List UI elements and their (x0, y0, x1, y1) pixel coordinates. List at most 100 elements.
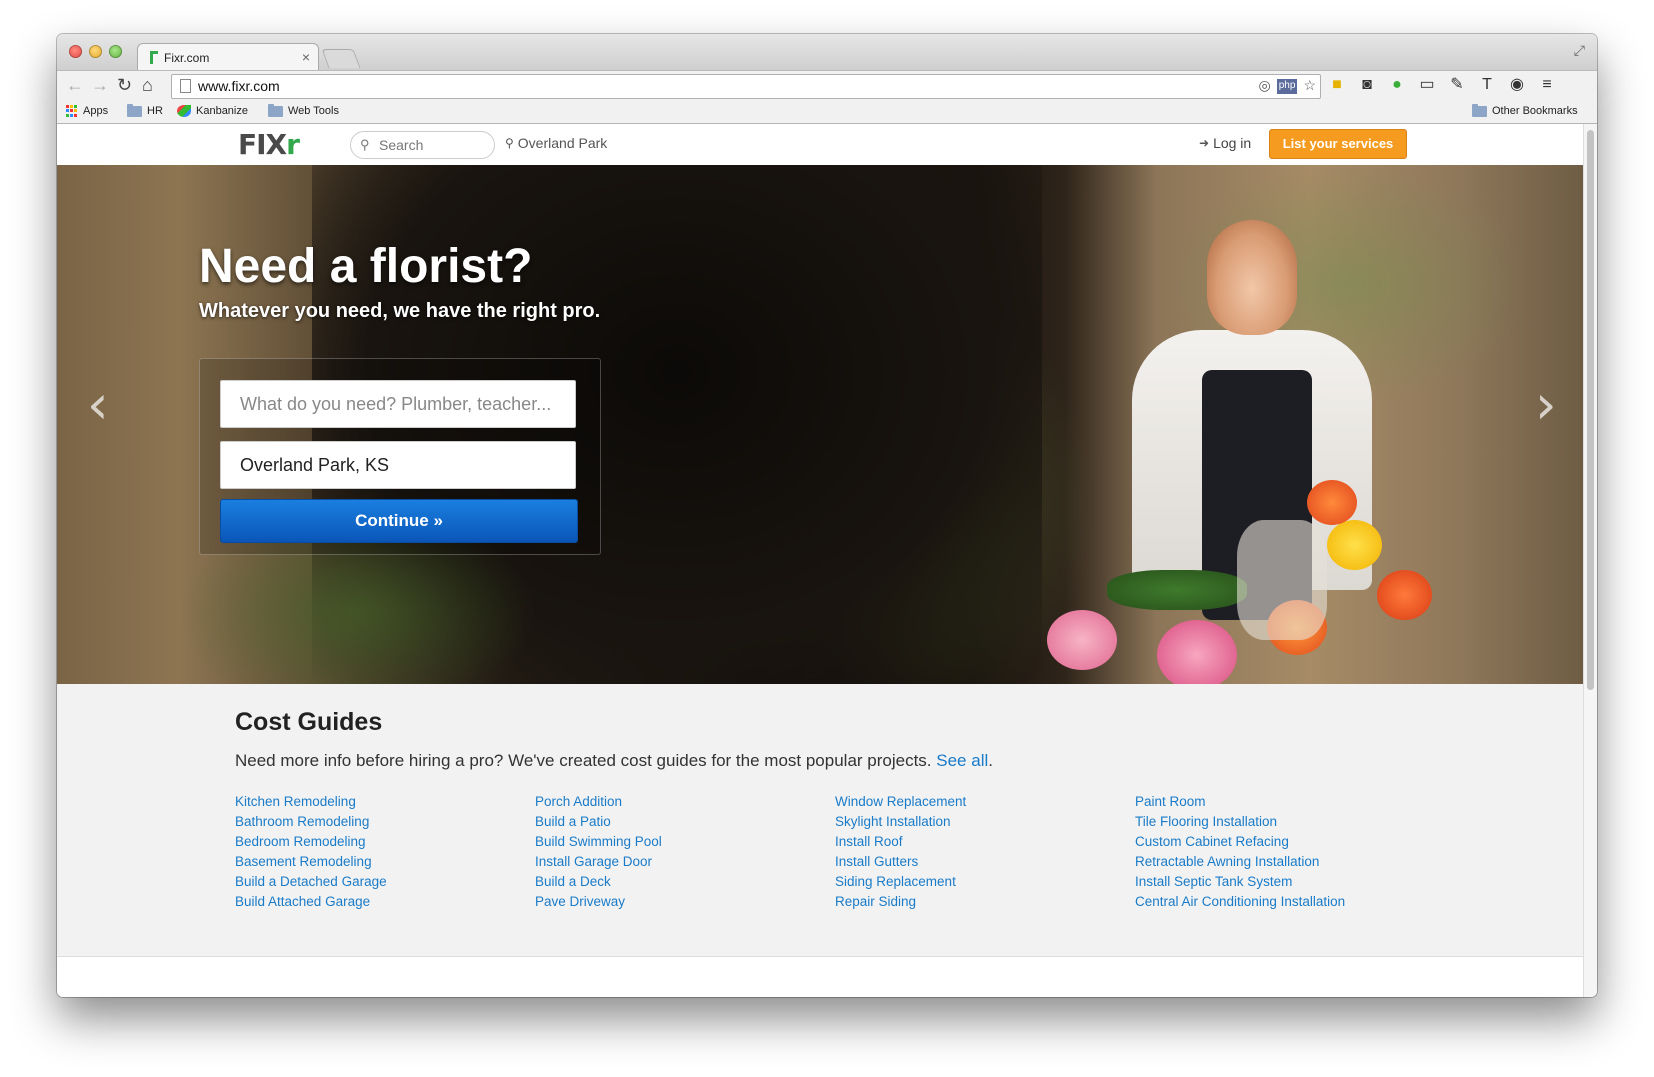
cost-guide-link[interactable]: Install Gutters (835, 852, 1115, 872)
page-icon (180, 79, 191, 93)
web-page: FIXr ⚲ Search ⚲ Overland Park ➜ Log in L… (57, 124, 1584, 997)
cost-guide-link[interactable]: Install Septic Tank System (1135, 872, 1415, 892)
cast-icon[interactable]: ▭ (1418, 75, 1436, 95)
fullscreen-icon[interactable]: ⤢ (1574, 42, 1585, 59)
eyedropper-icon[interactable]: ✎ (1448, 75, 1466, 95)
service-need-input[interactable]: What do you need? Plumber, teacher... (220, 380, 576, 428)
text-icon[interactable]: T (1478, 75, 1496, 95)
cost-guide-link[interactable]: Pave Driveway (535, 892, 815, 912)
cost-column-2: Porch Addition Build a Patio Build Swimm… (535, 792, 815, 912)
carousel-prev-icon[interactable]: ‹ (87, 375, 109, 435)
scroll-thumb[interactable] (1587, 130, 1594, 690)
menu-icon[interactable]: ≡ (1538, 75, 1556, 95)
bookmark-label: HR (147, 105, 163, 117)
cost-guide-link[interactable]: Paint Room (1135, 792, 1415, 812)
cost-guide-link[interactable]: Build Attached Garage (235, 892, 515, 912)
site-header: FIXr ⚲ Search ⚲ Overland Park ➜ Log in L… (57, 124, 1584, 166)
cost-guide-link[interactable]: Skylight Installation (835, 812, 1115, 832)
url-text[interactable]: www.fixr.com (198, 78, 280, 94)
continue-button[interactable]: Continue » (220, 499, 578, 543)
see-all-link[interactable]: See all (936, 751, 988, 770)
browser-toolbar: ← → ↻ ⌂ www.fixr.com ◎ php ☆ ■ ◙ ● ▭ ✎ T… (57, 70, 1597, 101)
folder-icon (268, 103, 283, 117)
bookmark-label: Kanbanize (196, 105, 248, 117)
map-pin-icon: ⚲ (505, 136, 514, 150)
cost-guide-link[interactable]: Build a Patio (535, 812, 815, 832)
target-icon[interactable]: ◎ (1259, 77, 1271, 94)
forward-icon[interactable]: → (91, 75, 109, 95)
extension-icons: ■ ◙ ● ▭ ✎ T ◉ ≡ (1328, 75, 1556, 95)
fixr-logo[interactable]: FIXr (238, 128, 300, 161)
bookmark-web-tools[interactable]: Web Tools (268, 103, 339, 117)
cost-guide-link[interactable]: Build Swimming Pool (535, 832, 815, 852)
location-input[interactable]: Overland Park, KS (220, 441, 576, 489)
site-search-input[interactable]: ⚲ Search (350, 131, 495, 159)
cost-guide-link[interactable]: Build a Detached Garage (235, 872, 515, 892)
tab-close-icon[interactable]: × (302, 49, 310, 65)
search-placeholder: Search (379, 137, 424, 153)
login-label: Log in (1213, 135, 1252, 151)
minimize-window-button[interactable] (89, 45, 102, 58)
cost-guide-link[interactable]: Repair Siding (835, 892, 1115, 912)
cost-guides-title: Cost Guides (235, 708, 383, 736)
browser-tab[interactable]: Fixr.com × (137, 43, 319, 71)
bookmarks-bar: Apps HR Kanbanize Web Tools Other Bookma… (57, 101, 1597, 124)
evernote-icon[interactable]: ● (1388, 75, 1406, 95)
logo-accent: r (286, 128, 300, 161)
cost-guide-link[interactable]: Custom Cabinet Refacing (1135, 832, 1415, 852)
bookmark-other[interactable]: Other Bookmarks (1472, 103, 1578, 117)
close-window-button[interactable] (69, 45, 82, 58)
page-scrollbar[interactable] (1583, 124, 1597, 997)
bookmark-apps[interactable]: Apps (66, 105, 108, 117)
back-icon[interactable]: ← (66, 75, 84, 95)
logo-main: FIX (238, 128, 287, 161)
flower-bouquet (1007, 460, 1467, 684)
florist-photo (1047, 220, 1442, 684)
cost-guide-link[interactable]: Tile Flooring Installation (1135, 812, 1415, 832)
extension-yellow-icon[interactable]: ■ (1328, 75, 1346, 95)
cost-guide-link[interactable]: Install Roof (835, 832, 1115, 852)
hero-subheadline: Whatever you need, we have the right pro… (199, 300, 601, 322)
location-selector[interactable]: ⚲ Overland Park (505, 135, 607, 151)
cost-guide-link[interactable]: Retractable Awning Installation (1135, 852, 1415, 872)
apps-grid-icon (66, 105, 78, 117)
cost-guide-link[interactable]: Install Garage Door (535, 852, 815, 872)
bookmark-hr[interactable]: HR (127, 103, 163, 117)
cost-guide-link[interactable]: Siding Replacement (835, 872, 1115, 892)
bookmark-kanbanize[interactable]: Kanbanize (177, 105, 248, 117)
cost-guide-link[interactable]: Bedroom Remodeling (235, 832, 515, 852)
home-icon[interactable]: ⌂ (142, 75, 153, 95)
location-label: Overland Park (517, 135, 608, 151)
reload-icon[interactable]: ↻ (117, 75, 132, 95)
search-icon: ⚲ (360, 137, 370, 152)
eye-icon[interactable]: ◉ (1508, 75, 1526, 95)
carousel-next-icon[interactable]: › (1535, 375, 1557, 435)
sign-in-icon: ➜ (1199, 136, 1210, 150)
bookmark-label: Apps (83, 105, 109, 117)
cost-guide-link[interactable]: Window Replacement (835, 792, 1115, 812)
php-icon[interactable]: php (1276, 79, 1298, 94)
bookmark-star-icon[interactable]: ☆ (1303, 77, 1316, 94)
fixr-favicon-icon (148, 51, 158, 64)
new-tab-button[interactable] (321, 49, 361, 68)
next-section-partial (57, 957, 1584, 997)
cost-guide-link[interactable]: Porch Addition (535, 792, 815, 812)
pocket-icon[interactable]: ◙ (1358, 75, 1376, 95)
bookmark-label: Web Tools (288, 105, 339, 117)
address-bar[interactable]: www.fixr.com ◎ php ☆ (171, 74, 1321, 99)
cost-guide-link[interactable]: Build a Deck (535, 872, 815, 892)
login-link[interactable]: ➜ Log in (1199, 135, 1251, 151)
zoom-window-button[interactable] (109, 45, 122, 58)
omnibox-icons: ◎ php ☆ (1259, 77, 1316, 94)
intro-text: Need more info before hiring a pro? We'v… (235, 751, 932, 770)
cost-column-1: Kitchen Remodeling Bathroom Remodeling B… (235, 792, 515, 912)
hero-headline: Need a florist? (199, 240, 533, 293)
tab-title: Fixr.com (164, 51, 210, 65)
cost-guide-link[interactable]: Kitchen Remodeling (235, 792, 515, 812)
florist-face (1207, 220, 1297, 335)
cost-guide-link[interactable]: Basement Remodeling (235, 852, 515, 872)
cost-guides-intro: Need more info before hiring a pro? We'v… (235, 751, 993, 770)
cost-guide-link[interactable]: Bathroom Remodeling (235, 812, 515, 832)
cost-guide-link[interactable]: Central Air Conditioning Installation (1135, 892, 1415, 912)
list-services-button[interactable]: List your services (1269, 129, 1407, 159)
